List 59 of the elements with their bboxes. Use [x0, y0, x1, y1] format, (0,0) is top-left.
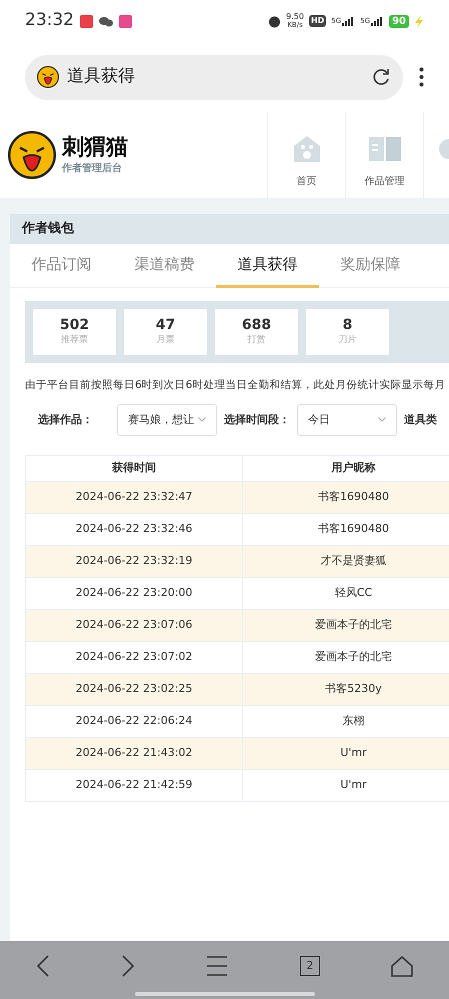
- dropdown[interactable]: 赛马娘，想让: [117, 404, 217, 436]
- signal-icon: [371, 16, 384, 26]
- menu-icon[interactable]: [206, 956, 228, 976]
- forward-icon[interactable]: [121, 955, 136, 977]
- app-icon: [80, 14, 93, 28]
- tab[interactable]: 道具获得: [216, 244, 319, 288]
- hd-badge: HD: [308, 15, 326, 27]
- page-title: 道具获得: [67, 65, 136, 88]
- filter-label: 道具类: [403, 412, 438, 428]
- stat-value: 8: [342, 316, 352, 334]
- cat-logo-icon: [8, 131, 56, 179]
- home-icon[interactable]: [391, 956, 414, 976]
- signal-icon: [342, 16, 356, 26]
- table-cell: 2024-06-22 23:07:02: [26, 641, 242, 674]
- tab[interactable]: 渠道稿费: [113, 244, 216, 288]
- charging-icon: [414, 14, 424, 28]
- column-header: 用户昵称: [242, 455, 449, 482]
- stat-label: 刀片: [338, 334, 356, 348]
- panel-title: 作者钱包: [10, 214, 449, 244]
- tab[interactable]: 作品订阅: [10, 244, 113, 288]
- table-cell: 2024-06-22 21:42:59: [26, 769, 242, 802]
- dropdown[interactable]: 今日: [297, 404, 397, 436]
- back-icon[interactable]: [36, 955, 50, 977]
- battery-level: 90: [389, 14, 409, 28]
- refresh-icon[interactable]: [371, 67, 391, 87]
- table-cell: 2024-06-22 23:32:19: [26, 545, 242, 578]
- stat-value: 502: [60, 316, 90, 334]
- chevron-down-icon: [378, 417, 386, 422]
- table-cell: 2024-06-22 23:32:46: [26, 513, 242, 546]
- column-header: 获得时间: [26, 455, 242, 482]
- network-speed: 9.50: [286, 13, 304, 21]
- stat-label: 月票: [156, 334, 174, 348]
- address-bar[interactable]: 道具获得: [25, 54, 403, 100]
- brand-name: 刺猬猫: [62, 134, 128, 160]
- nav-item[interactable]: 作品管理: [345, 112, 423, 198]
- table-cell: 2024-06-22 23:32:47: [26, 481, 242, 514]
- house-icon: [292, 134, 322, 164]
- app-icon: [119, 14, 132, 28]
- stat-value: 688: [242, 316, 272, 334]
- stat-label: 推荐票: [61, 334, 88, 348]
- table-cell: 2024-06-22 22:06:24: [26, 705, 242, 738]
- stat-value: 47: [156, 316, 176, 334]
- filter-label: 选择时间段：: [223, 412, 291, 428]
- table-cell: 2024-06-22 21:43:02: [26, 737, 242, 770]
- tab[interactable]: 奖励保障: [319, 244, 422, 288]
- table-cell: 2024-06-22 23:07:06: [26, 609, 242, 642]
- filter-label: 选择作品：: [37, 412, 94, 428]
- table-cell: 2024-06-22 23:02:25: [26, 673, 242, 706]
- cat-logo-icon: [37, 66, 59, 88]
- chevron-down-icon: [198, 417, 206, 422]
- table-cell: 2024-06-22 23:20:00: [26, 577, 242, 610]
- book-icon: [368, 135, 402, 163]
- notice-text: 由于平台目前按照每日6时到次日6时处理当日全勤和结算，此处月份统计实际显示每月: [25, 378, 446, 393]
- more-options-icon[interactable]: [419, 67, 424, 87]
- chat-icon: [99, 16, 113, 26]
- brand-subtitle: 作者管理后台: [62, 162, 123, 176]
- status-time: 23:32: [25, 9, 74, 32]
- stat-label: 打赏: [248, 334, 266, 348]
- tabs-button[interactable]: 2: [300, 956, 320, 976]
